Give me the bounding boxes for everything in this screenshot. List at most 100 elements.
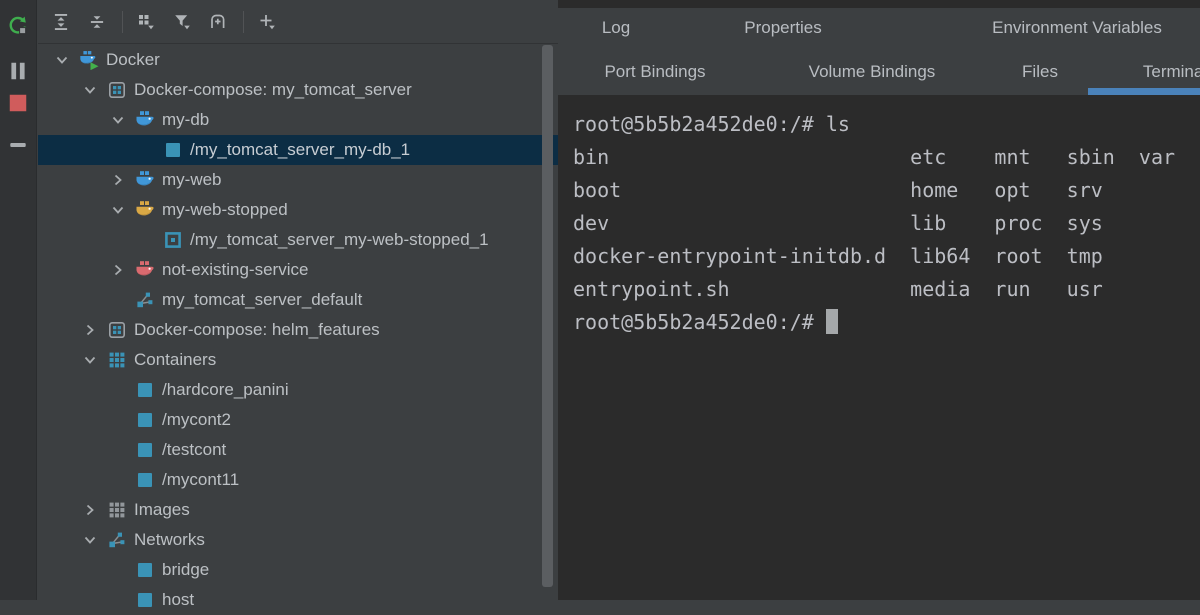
expand-all-button[interactable] [46, 7, 76, 37]
tree-item-my-web-stopped[interactable]: my-web-stopped [38, 195, 558, 225]
tree-item-my-web[interactable]: my-web [38, 165, 558, 195]
tree-item-mycont11[interactable]: /mycont11 [38, 465, 558, 495]
tree-item-docker-compose-helm-features[interactable]: Docker-compose: helm_features [38, 315, 558, 345]
tree-item-images[interactable]: Images [38, 495, 558, 525]
add-button[interactable] [252, 7, 282, 37]
docker-tree: Docker Docker-compose: my_tomcat_servermy… [38, 45, 558, 615]
tree-item-label: my-web [162, 170, 222, 190]
tree-item-mycont2[interactable]: /mycont2 [38, 405, 558, 435]
tree-item-label: Images [134, 500, 190, 520]
tab-properties[interactable]: Properties [674, 8, 892, 48]
dashboard-tab-row-1: Log Properties Environment Variables [558, 8, 1200, 48]
tree-item-my-db[interactable]: my-db [38, 105, 558, 135]
tab-terminal[interactable]: Terminal [1088, 48, 1200, 95]
tab-environment-variables[interactable]: Environment Variables [892, 8, 1200, 48]
chevron-right-icon[interactable] [82, 322, 98, 338]
whale-yellow-icon [135, 200, 155, 220]
tab-log[interactable]: Log [558, 8, 674, 48]
filter-button[interactable] [167, 7, 197, 37]
collapse-all-button[interactable] [82, 7, 112, 37]
docker-tree-panel: Docker Docker-compose: my_tomcat_servermy… [38, 0, 558, 600]
tree-item-my-tomcat-server-default[interactable]: my_tomcat_server_default [38, 285, 558, 315]
tree-item-label: host [162, 590, 194, 610]
chevron-down-icon[interactable] [82, 352, 98, 368]
tree-item-my-tomcat-server-my-db-1[interactable]: /my_tomcat_server_my-db_1 [38, 135, 558, 165]
network-icon [107, 530, 127, 550]
chevron-right-icon[interactable] [110, 262, 126, 278]
tab-label: Volume Bindings [809, 62, 936, 82]
tree-item-label: /hardcore_panini [162, 380, 289, 400]
tree-item-label: bridge [162, 560, 209, 580]
tree-item-hardcore-panini[interactable]: /hardcore_panini [38, 375, 558, 405]
tree-item-docker-compose-my-tomcat-server[interactable]: Docker-compose: my_tomcat_server [38, 75, 558, 105]
tree-item-testcont[interactable]: /testcont [38, 435, 558, 465]
chevron-spacer [138, 232, 154, 248]
toolbar-separator [122, 11, 123, 33]
view-options-button[interactable] [131, 7, 161, 37]
expand-all-icon [51, 12, 71, 32]
container-dashboard-panel: Log Properties Environment Variables Port … [558, 0, 1200, 600]
docker-root-icon [79, 50, 99, 70]
tree-item-not-existing-service[interactable]: not-existing-service [38, 255, 558, 285]
active-tab-underline [1088, 88, 1200, 95]
tree-item-docker[interactable]: Docker [38, 45, 558, 75]
tab-label: Properties [744, 18, 821, 38]
container-running-icon [135, 440, 155, 460]
chevron-down-icon[interactable] [54, 52, 70, 68]
tab-volume-bindings[interactable]: Volume Bindings [752, 48, 992, 95]
terminal-line: entrypoint.sh media run usr [573, 273, 1200, 306]
container-running-icon [135, 560, 155, 580]
chevron-down-icon[interactable] [110, 112, 126, 128]
network-icon [135, 290, 155, 310]
stop-button[interactable] [7, 92, 29, 114]
tree-item-label: not-existing-service [162, 260, 308, 280]
tree-item-label: /testcont [162, 440, 226, 460]
images-grid-icon [107, 500, 127, 520]
chevron-down-icon[interactable] [82, 532, 98, 548]
tree-item-label: Docker-compose: my_tomcat_server [134, 80, 412, 100]
container-running-icon [135, 470, 155, 490]
terminal-line: docker-entrypoint-initdb.d lib64 root tm… [573, 240, 1200, 273]
tree-item-my-tomcat-server-my-web-stopped-1[interactable]: /my_tomcat_server_my-web-stopped_1 [38, 225, 558, 255]
new-tab-icon [208, 12, 228, 32]
chevron-down-icon[interactable] [82, 82, 98, 98]
chevron-spacer [110, 382, 126, 398]
container-running-icon [135, 410, 155, 430]
tree-item-label: Networks [134, 530, 205, 550]
new-tab-button[interactable] [203, 7, 233, 37]
tree-item-label: /mycont2 [162, 410, 231, 430]
collapse-panel-button[interactable] [7, 134, 29, 156]
chevron-down-icon[interactable] [110, 202, 126, 218]
tree-item-label: my-web-stopped [162, 200, 288, 220]
add-icon [257, 12, 277, 32]
terminal-cursor [826, 309, 838, 334]
tree-item-label: /my_tomcat_server_my-web-stopped_1 [190, 230, 489, 250]
terminal-line: boot home opt srv [573, 174, 1200, 207]
redeploy-icon [7, 15, 29, 37]
view-grid-icon [136, 12, 156, 32]
chevron-spacer [138, 142, 154, 158]
chevron-spacer [110, 442, 126, 458]
tree-item-networks[interactable]: Networks [38, 525, 558, 555]
tab-port-bindings[interactable]: Port Bindings [558, 48, 752, 95]
pause-icon [7, 60, 29, 82]
dashboard-tab-row-2: Port Bindings Volume Bindings Files Termina… [558, 48, 1200, 95]
tree-item-host[interactable]: host [38, 585, 558, 615]
chevron-spacer [110, 592, 126, 608]
tab-label: Terminal [1143, 62, 1200, 82]
terminal-line: bin etc mnt sbin var [573, 141, 1200, 174]
vertical-scrollbar[interactable] [542, 45, 553, 587]
terminal[interactable]: root@5b5b2a452de0:/# lsbin etc mnt sbin … [558, 95, 1200, 600]
tree-item-containers[interactable]: Containers [38, 345, 558, 375]
chevron-right-icon[interactable] [82, 502, 98, 518]
containers-grid-icon [107, 350, 127, 370]
terminal-prompt-line: root@5b5b2a452de0:/# [573, 306, 1200, 339]
chevron-right-icon[interactable] [110, 172, 126, 188]
tree-item-bridge[interactable]: bridge [38, 555, 558, 585]
chevron-spacer [110, 472, 126, 488]
redeploy-button[interactable] [7, 15, 29, 37]
tab-files[interactable]: Files [992, 48, 1088, 95]
panel-top-divider [558, 0, 1200, 8]
tree-item-label: my-db [162, 110, 209, 130]
pause-button[interactable] [7, 60, 29, 82]
